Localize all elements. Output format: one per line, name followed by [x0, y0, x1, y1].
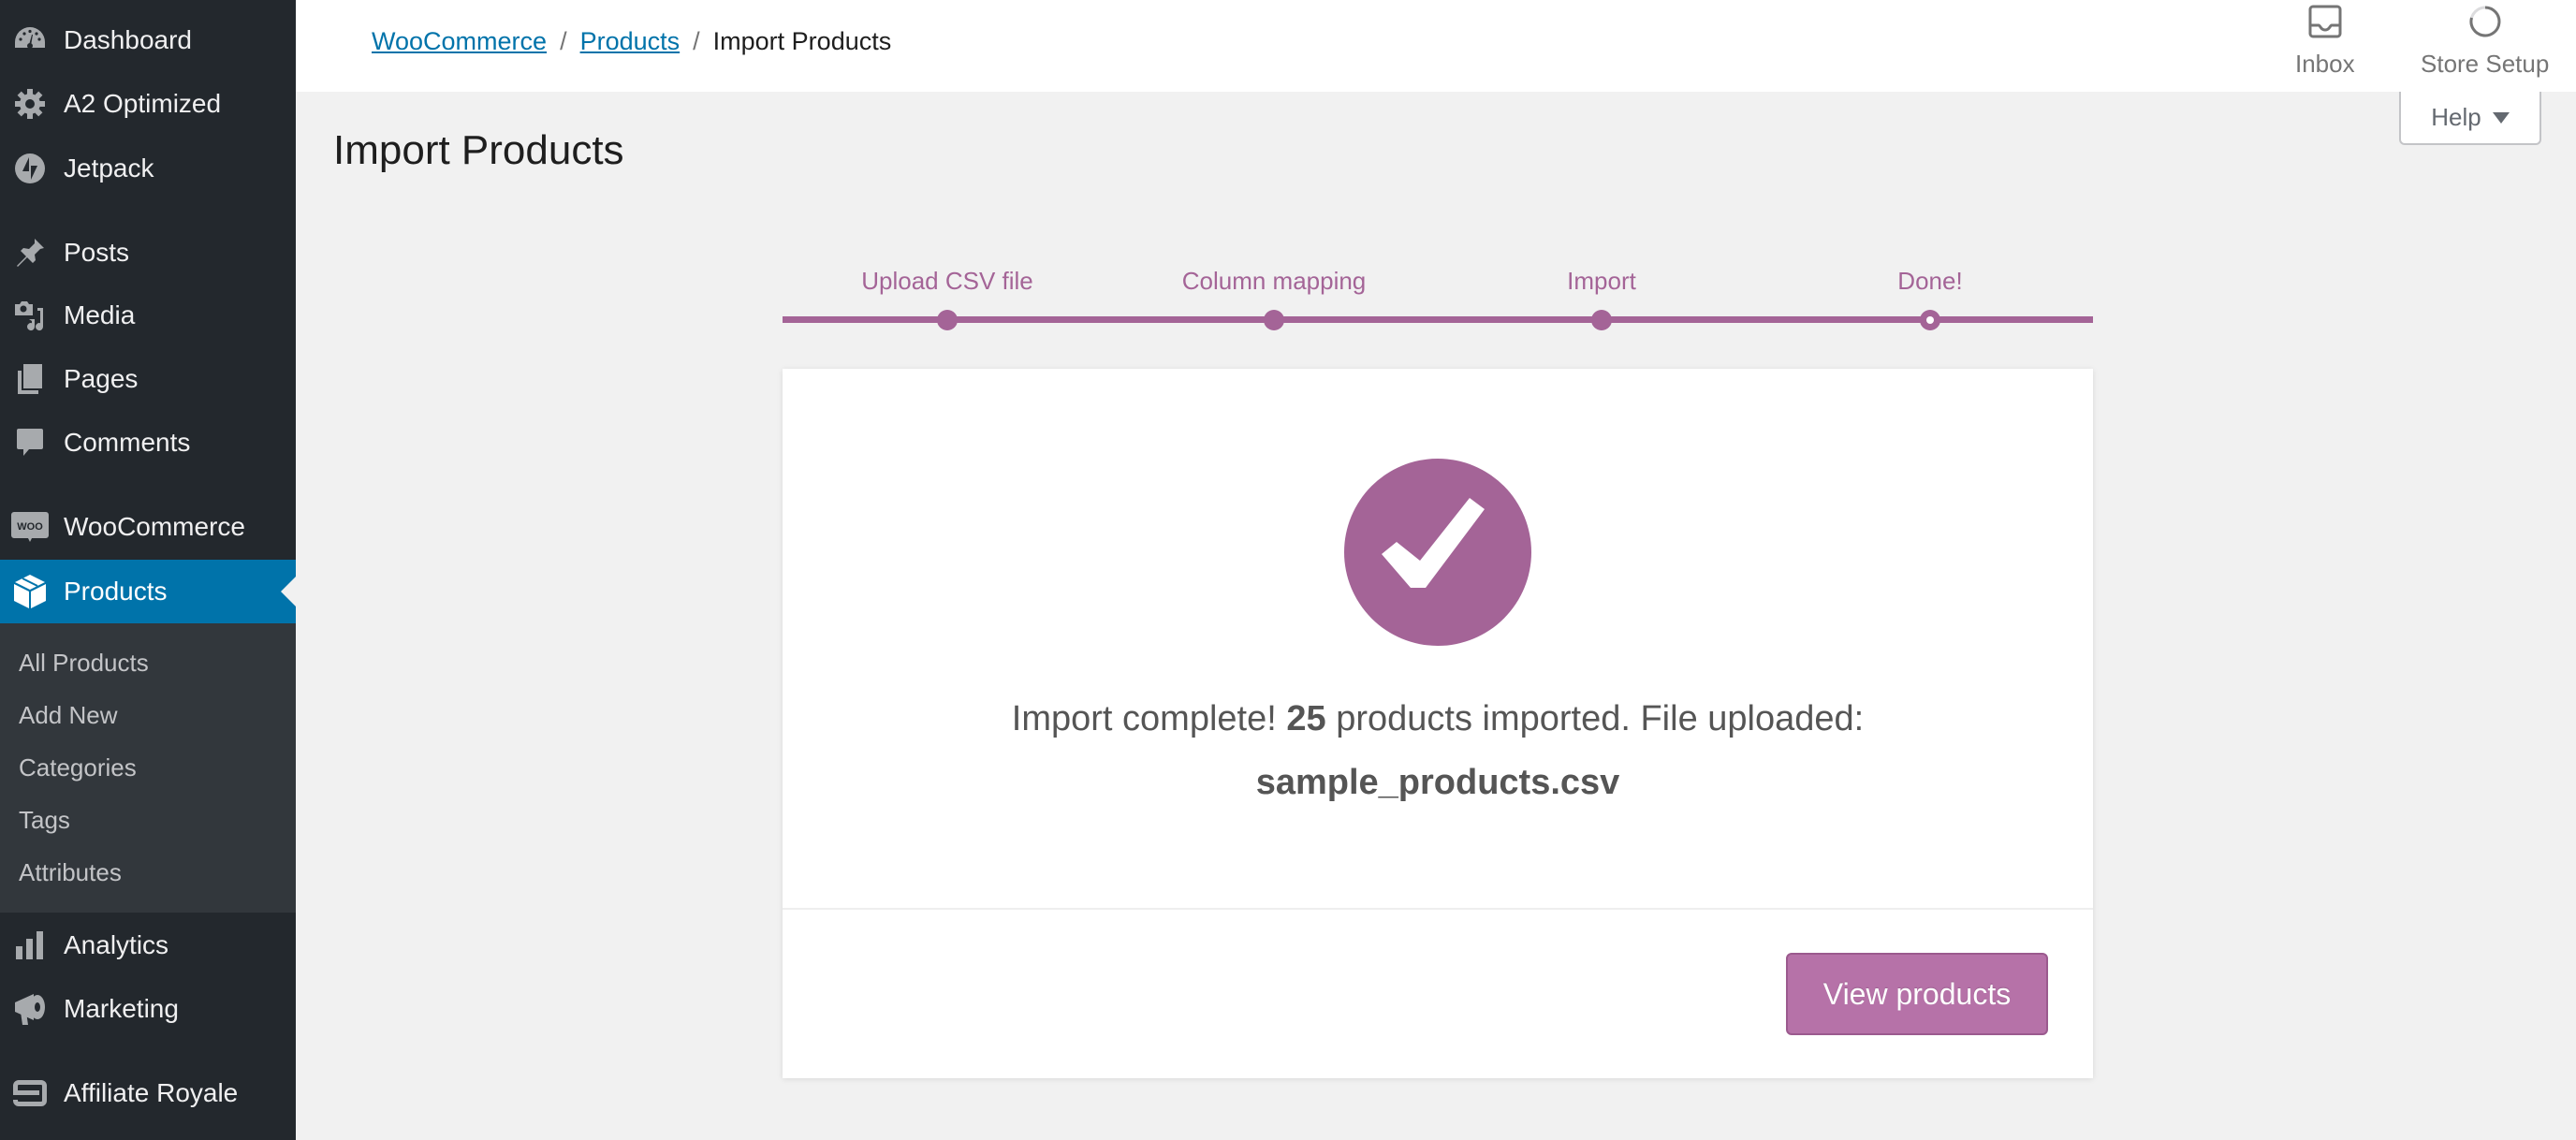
pin-icon: [11, 234, 49, 271]
sidebar-item-label: Dashboard: [64, 25, 192, 54]
help-button[interactable]: Help: [2399, 92, 2541, 145]
box-icon: [11, 573, 49, 610]
sidebar-item-comments[interactable]: Comments: [0, 411, 296, 475]
sidebar-item-label: Posts: [64, 238, 130, 267]
step-dot-current: [1920, 310, 1940, 330]
inbox-button[interactable]: Inbox: [2295, 4, 2355, 79]
pages-icon: [11, 360, 49, 398]
sidebar-item-jetpack[interactable]: Jetpack: [0, 137, 296, 200]
app-root: Dashboard A2 Optimized Jetpack Posts Med…: [0, 0, 2576, 1140]
inbox-icon: [2307, 4, 2343, 44]
sidebar-item-analytics[interactable]: Analytics: [0, 913, 296, 977]
check-circle-icon: [1344, 459, 1531, 646]
woo-icon: WOO: [11, 508, 49, 546]
breadcrumb-separator: /: [693, 26, 700, 55]
sidebar-item-pages[interactable]: Pages: [0, 347, 296, 411]
step-label: Column mapping: [1181, 267, 1367, 295]
sidebar-item-marketing[interactable]: Marketing: [0, 977, 296, 1041]
caret-down-icon: [2492, 111, 2510, 124]
sidebar-item-label: Jetpack: [64, 153, 154, 183]
sidebar-item-label: Products: [64, 577, 168, 606]
submenu-item-categories[interactable]: Categories: [19, 749, 137, 786]
comment-icon: [11, 424, 49, 461]
steps-track: [783, 316, 2093, 323]
submenu-item-attributes[interactable]: Attributes: [19, 854, 122, 891]
sidebar-item-label: WooCommerce: [64, 512, 245, 541]
sidebar-item-label: Pages: [64, 364, 139, 393]
import-steps: Upload CSV file Column mapping Import Do…: [783, 262, 2093, 337]
inbox-label: Inbox: [2295, 50, 2355, 78]
breadcrumb-current: Import Products: [712, 26, 892, 55]
store-setup-label: Store Setup: [2421, 50, 2550, 78]
message-middle: products imported. File uploaded:: [1336, 699, 1865, 738]
import-result-card: Import complete! 25 products imported. F…: [783, 369, 2093, 1078]
gear-icon: [11, 85, 49, 123]
step-upload-csv: Upload CSV file: [807, 262, 1088, 330]
progress-ring-icon: [2467, 4, 2503, 44]
message-prefix: Import complete!: [1011, 699, 1277, 738]
jetpack-icon: [11, 150, 49, 187]
megaphone-icon: [11, 990, 49, 1028]
sidebar-item-woocommerce[interactable]: WOO WooCommerce: [0, 495, 296, 559]
step-done: Done!: [1790, 262, 2071, 330]
submenu-item-tags[interactable]: Tags: [19, 801, 70, 839]
sidebar-item-label: Affiliate Royale: [64, 1078, 239, 1107]
submenu-item-add-new[interactable]: Add New: [19, 696, 118, 734]
step-label: Upload CSV file: [861, 267, 1033, 295]
page-title: Import Products: [333, 127, 624, 173]
sidebar-item-a2-optimized[interactable]: A2 Optimized: [0, 72, 296, 136]
sidebar-item-label: Comments: [64, 428, 191, 457]
step-dot: [1264, 310, 1284, 330]
step-column-mapping: Column mapping: [1134, 262, 1414, 330]
breadcrumb-products-link[interactable]: Products: [580, 27, 681, 56]
imported-count: 25: [1286, 699, 1326, 738]
import-message: Import complete! 25 products imported. F…: [783, 687, 2093, 814]
sidebar-item-dashboard[interactable]: Dashboard: [0, 8, 296, 72]
step-dot: [1591, 310, 1612, 330]
store-setup-button[interactable]: Store Setup: [2421, 4, 2549, 79]
help-label: Help: [2431, 103, 2481, 131]
uploaded-filename: sample_products.csv: [1255, 763, 1620, 802]
sidebar-item-media[interactable]: Media: [0, 284, 296, 347]
breadcrumb-woocommerce-link[interactable]: WooCommerce: [372, 27, 547, 56]
sidebar-item-label: Marketing: [64, 994, 179, 1023]
media-icon: [11, 297, 49, 334]
sidebar-item-label: Media: [64, 300, 136, 329]
sidebar-item-products[interactable]: Products: [0, 560, 296, 623]
sidebar-item-label: A2 Optimized: [64, 89, 222, 118]
step-dot: [937, 310, 958, 330]
submenu-item-all-products[interactable]: All Products: [19, 644, 149, 681]
step-label: Import: [1567, 267, 1636, 295]
affiliate-royale-icon: [11, 1074, 49, 1112]
products-submenu: All Products Add New Categories Tags Att…: [0, 623, 296, 913]
top-header: WooCommerce / Products / Import Products…: [296, 0, 2576, 92]
sidebar-item-posts[interactable]: Posts: [0, 221, 296, 285]
svg-text:WOO: WOO: [17, 521, 43, 533]
step-import: Import: [1461, 262, 1742, 330]
view-products-button[interactable]: View products: [1786, 953, 2048, 1035]
admin-sidebar: Dashboard A2 Optimized Jetpack Posts Med…: [0, 0, 296, 1140]
breadcrumb-separator: /: [560, 26, 567, 55]
bar-chart-icon: [11, 927, 49, 964]
step-label: Done!: [1897, 267, 1963, 295]
dashboard-icon: [11, 22, 49, 59]
sidebar-item-label: Analytics: [64, 930, 169, 959]
card-divider: [783, 908, 2093, 910]
sidebar-item-affiliate-royale[interactable]: Affiliate Royale: [0, 1061, 296, 1125]
breadcrumb: WooCommerce / Products / Import Products: [372, 22, 891, 60]
